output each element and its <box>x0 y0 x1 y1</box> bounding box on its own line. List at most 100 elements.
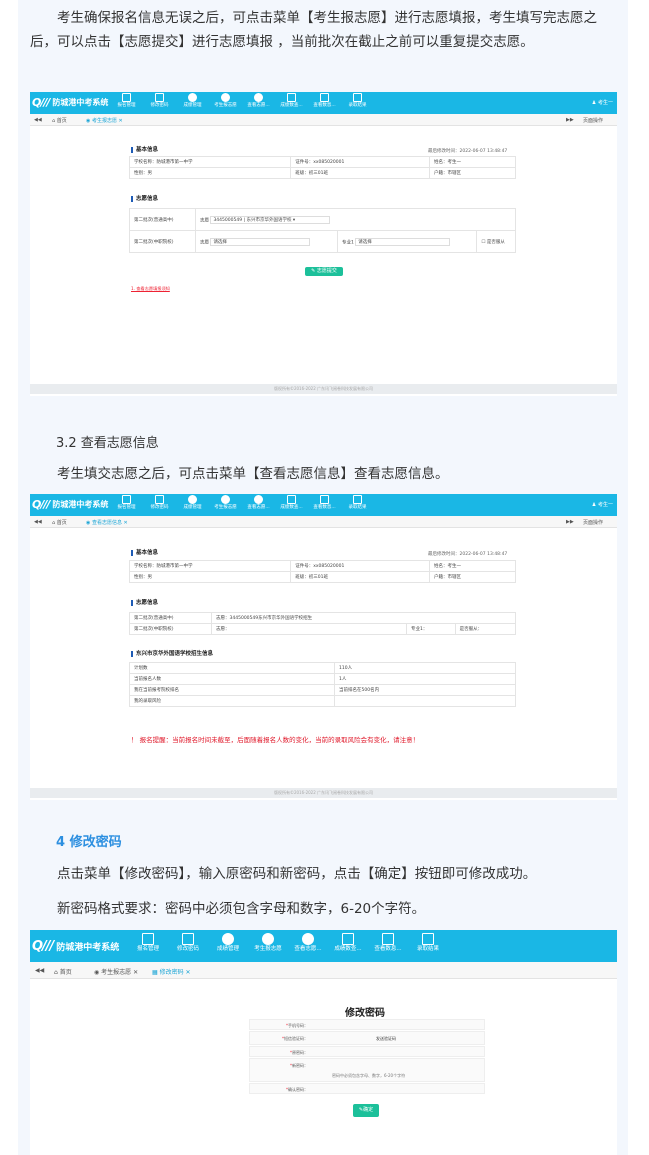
nav-item[interactable]: 成绩数查... <box>275 495 308 511</box>
nav-item[interactable]: 考生报志愿 <box>248 933 288 953</box>
screenshot-view-wish: Q///防城港中考系统 报名管理 修改密码 成绩管理 考生报志愿 查看志愿...… <box>30 494 617 800</box>
id-card-icon <box>320 93 329 102</box>
footer: 版权所有©2016-2022 广东讯飞阅卷科技发展有限公司 <box>30 788 617 798</box>
globe-icon <box>221 93 230 102</box>
user-menu[interactable]: ♟ 考生一 <box>592 99 613 106</box>
nav-item[interactable]: 查看数息... <box>308 495 341 511</box>
nav-item[interactable]: 修改密码 <box>168 933 208 953</box>
registration-warning: ！ 报名提醒：当前报名时间未截至，后面随着报名人数的变化，当前的录取风险会有变化… <box>131 736 420 744</box>
nav-item[interactable]: 成绩管理 <box>176 495 209 511</box>
screenshot-change-password: Q///防城港中考系统 报名管理 修改密码 成绩管理 考生报志愿 查看志愿...… <box>30 930 617 1155</box>
timestamp: 最后修改时间：2022-06-07 13:48:47 <box>428 149 508 154</box>
nav-item[interactable]: 报名管理 <box>110 93 143 109</box>
paragraph-change-password: 点击菜单【修改密码】，输入原密码和新密码，点击【确定】按钮即可修改成功。 <box>57 866 537 882</box>
page-ops[interactable]: 页面操作 <box>583 519 603 526</box>
nav-item[interactable]: 成绩管理 <box>176 93 209 109</box>
sms-code-field[interactable]: *短信验证码： 发送验证码 <box>249 1031 485 1045</box>
tab-forward-icon[interactable]: ▶▶ <box>566 117 574 123</box>
tab-home[interactable]: ⌂ 首页 <box>52 117 67 124</box>
confirm-button[interactable]: ✎确定 <box>353 1104 379 1117</box>
nav-item[interactable]: 录取结果 <box>341 93 374 109</box>
tab-back-icon[interactable]: ◀◀ <box>34 519 42 525</box>
nav-item[interactable]: 查看数息... <box>308 93 341 109</box>
wish-table: 第二批次(普通高中) 志愿：3445000549东兴市京华外国语学校招生 第二批次… <box>129 612 517 635</box>
tab-bar: ◀◀ ⌂ 首页 ◉ 考生报志愿 ✕ ▦ 修改密码 ✕ <box>30 962 617 979</box>
paragraph-intro: 考生确保报名信息无误之后，可点击菜单【考生报志愿】进行志愿填报，考生填写完志愿之… <box>30 10 597 50</box>
basic-info-table: 学校名称：防城港市第一中学 证件号：xx085020001 姓名：考生一 性别：男班… <box>128 156 516 179</box>
id-card-icon <box>287 495 296 504</box>
nav-item[interactable]: 成绩数查... <box>275 93 308 109</box>
confirm-password-field[interactable]: *确认密码： <box>249 1083 485 1094</box>
tab-active[interactable]: ◉ 查看志愿信息 ✕ <box>86 519 128 526</box>
logo-mark-icon: Q/// <box>32 498 50 511</box>
id-card-icon <box>422 933 434 945</box>
tab-wish[interactable]: ◉ 考生报志愿 ✕ <box>94 967 138 976</box>
wish-select-vocational[interactable]: 请选择 <box>210 237 311 246</box>
wish-table: 第二批次(普通高中) 志愿 3445000549 | 东兴市京华外国语学校 ▾ 第… <box>129 208 516 253</box>
section-wish: 志愿信息 <box>131 600 158 606</box>
nav-item[interactable]: 查看志愿... <box>288 933 328 953</box>
timestamp: 最后修改时间：2022-06-07 13:48:47 <box>428 552 508 557</box>
send-code-button[interactable]: 发送验证码 <box>376 1036 396 1042</box>
old-password-field[interactable]: *原密码： <box>249 1046 485 1057</box>
section-wish: 志愿信息 <box>131 196 158 202</box>
id-card-icon <box>142 933 154 945</box>
nav-item[interactable]: 报名管理 <box>128 933 168 953</box>
nav-item[interactable]: 录取结果 <box>341 495 374 511</box>
app-logo: Q///防城港中考系统 <box>32 96 109 109</box>
nav-item[interactable]: 成绩管理 <box>208 933 248 953</box>
app-logo: Q///防城港中考系统 <box>32 939 120 954</box>
globe-icon <box>302 933 314 945</box>
nav-item[interactable]: 查看志愿... <box>242 93 275 109</box>
id-card-icon <box>287 93 296 102</box>
top-nav: Q///防城港中考系统 报名管理 修改密码 成绩管理 考生报志愿 查看志愿...… <box>30 930 617 962</box>
id-card-icon <box>342 933 354 945</box>
section-basic: 基本信息 <box>131 550 158 556</box>
nav-item[interactable]: 考生报志愿 <box>209 93 242 109</box>
screenshot-submit-wish: Q///防城港中考系统 报名管理 修改密码 成绩管理 考生报志愿 查看志愿...… <box>30 92 617 396</box>
app-logo: Q///防城港中考系统 <box>32 498 109 511</box>
tab-home[interactable]: ⌂ 首页 <box>54 967 72 976</box>
logo-mark-icon: Q/// <box>32 96 50 109</box>
new-password-field[interactable]: *新密码： 密码中必须包含字母、数字，6-20个字符 <box>249 1058 485 1082</box>
tab-home[interactable]: ⌂ 首页 <box>52 519 67 526</box>
heading-4: 4 修改密码 <box>56 835 122 850</box>
tab-bar: ◀◀ ⌂ 首页 ◉ 考生报志愿 ✕ ▶▶ 页面操作 <box>30 114 617 126</box>
globe-icon <box>254 93 263 102</box>
id-card-icon <box>382 933 394 945</box>
tab-back-icon[interactable]: ◀◀ <box>35 967 44 974</box>
nav-item[interactable]: 查看志愿... <box>242 495 275 511</box>
globe-icon <box>188 495 197 504</box>
basic-info-table: 学校名称：防城港市第一中学 证件号：xx085020001 姓名：考生一 性别：男班… <box>128 560 516 583</box>
tab-active[interactable]: ◉ 考生报志愿 ✕ <box>86 117 123 124</box>
tab-active[interactable]: ▦ 修改密码 ✕ <box>152 967 191 976</box>
tab-back-icon[interactable]: ◀◀ <box>34 117 42 123</box>
phone-field[interactable]: *手机号码： <box>249 1019 485 1030</box>
nav-menu: 报名管理 修改密码 成绩管理 考生报志愿 查看志愿... 成绩数查... 查看数… <box>128 933 448 953</box>
major-select[interactable]: 请选择 <box>355 237 451 246</box>
nav-menu: 报名管理 修改密码 成绩管理 考生报志愿 查看志愿... 成绩数查... 查看数… <box>110 495 374 511</box>
paragraph-view-wish: 考生填交志愿之后，可点击菜单【查看志愿信息】查看志愿信息。 <box>57 466 449 482</box>
nav-item[interactable]: 录取结果 <box>408 933 448 953</box>
nav-menu: 报名管理 修改密码 成绩管理 考生报志愿 查看志愿... 成绩数查... 查看数… <box>110 93 374 109</box>
nav-item[interactable]: 修改密码 <box>143 495 176 511</box>
obey-checkbox[interactable]: ☐ <box>481 240 485 245</box>
globe-icon <box>188 93 197 102</box>
paragraph-password-rule: 新密码格式要求：密码中必须包含字母和数字，6-20个字符。 <box>57 901 426 917</box>
nav-item[interactable]: 查看数息... <box>368 933 408 953</box>
school-info-table: 计划数 110人 当前报名人数 1人 我在当前报考院校排名 当前排名在500名内 我的… <box>129 662 516 707</box>
nav-item[interactable]: 报名管理 <box>110 495 143 511</box>
id-card-icon <box>122 93 131 102</box>
user-menu[interactable]: ♟ 考生一 <box>592 501 613 508</box>
section-school: 东兴市京华外国语学校招生信息 <box>131 651 213 657</box>
wish-notice-link[interactable]: 1. 查看志愿填报须知 <box>131 286 170 292</box>
wish-select-high[interactable]: 3445000549 | 东兴市京华外国语学校 ▾ <box>210 215 331 224</box>
submit-wish-button[interactable]: ✎ 志愿提交 <box>305 267 343 276</box>
top-nav: Q///防城港中考系统 报名管理 修改密码 成绩管理 考生报志愿 查看志愿...… <box>30 494 617 516</box>
id-card-icon <box>155 93 164 102</box>
page-ops[interactable]: 页面操作 <box>583 117 603 124</box>
nav-item[interactable]: 成绩数查... <box>328 933 368 953</box>
nav-item[interactable]: 修改密码 <box>143 93 176 109</box>
tab-forward-icon[interactable]: ▶▶ <box>566 519 574 525</box>
nav-item[interactable]: 考生报志愿 <box>209 495 242 511</box>
